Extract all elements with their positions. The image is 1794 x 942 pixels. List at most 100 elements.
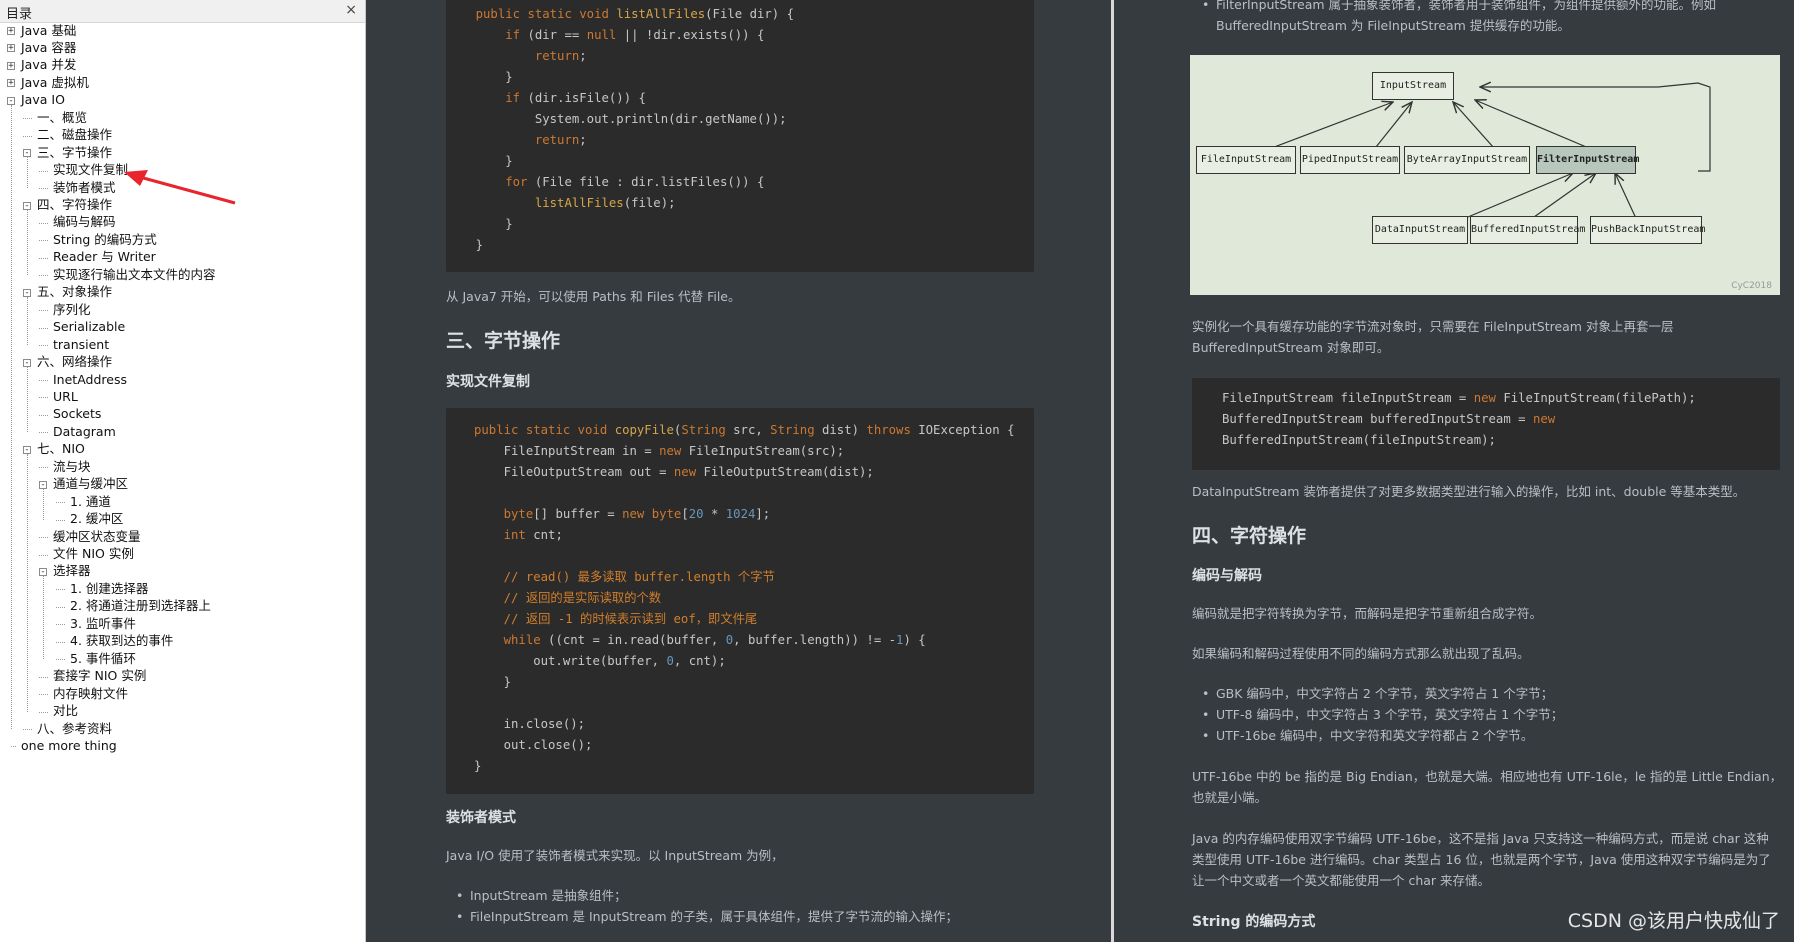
collapse-icon[interactable]: - (23, 358, 31, 367)
code-block-buffered: FileInputStream fileInputStream = new Fi… (1192, 378, 1780, 470)
heading-char-operations: 四、字符操作 (1192, 525, 1307, 547)
red-arrow-annotation (124, 170, 236, 205)
collapse-icon[interactable]: - (39, 480, 47, 489)
collapse-icon[interactable]: - (39, 567, 47, 576)
paragraph-java7: 从 Java7 开始，可以使用 Paths 和 Files 代替 File。 (446, 289, 741, 304)
tree-connector (56, 502, 65, 504)
paragraph-garbled: 如果编码和解码过程使用不同的编码方式那么就出现了乱码。 (1192, 646, 1530, 661)
paragraph-decorator: Java I/O 使用了装饰者模式来实现。以 InputStream 为例， (446, 848, 784, 863)
paragraph-datainputstream: DataInputStream 装饰者提供了对更多数据类型进行输入的操作，比如 … (1192, 484, 1746, 499)
toc-item[interactable]: one more thing (21, 736, 117, 756)
code-line: public static void listAllFiles(File dir… (475, 7, 794, 21)
node-bufferedinputstream: BufferedInputStream (1470, 216, 1585, 244)
tree-connector (39, 711, 48, 713)
tree-connector (39, 537, 48, 539)
tree-connector (39, 240, 48, 242)
pane-divider[interactable] (1111, 0, 1114, 942)
toc-tree: Java 基础 + Java 容器 + Java 并发 + Java 虚拟机 + Java IO… (0, 22, 365, 922)
code-line: out.write(buffer, 0, cnt); (474, 654, 726, 668)
diagram-watermark: CyC2018 (1731, 281, 1772, 291)
code-line: // read() 最多读取 buffer.length 个字节 (503, 570, 775, 584)
paragraph-memory-encoding-3: 让一个中文或者一个英文都能使用一个 char 来存储。 (1192, 873, 1491, 888)
tree-connector (39, 257, 48, 259)
tree-connector (56, 659, 65, 661)
tree-guide (27, 366, 28, 433)
content-pane-left[interactable]: public static void listAllFiles(File dir… (368, 0, 1113, 942)
tree-connector (39, 467, 48, 469)
heading-string-encoding: String 的编码方式 (1192, 914, 1316, 930)
tree-connector (39, 432, 48, 434)
code-line: return; (534, 133, 587, 147)
collapse-icon[interactable]: - (23, 201, 31, 210)
tree-guide (27, 453, 28, 712)
code-line: System.out.println(dir.getName()); (446, 112, 787, 126)
tree-guide (43, 488, 44, 520)
code-line: return; (534, 49, 587, 63)
paragraph-instance: 实例化一个具有缓存功能的字节流对象时，只需要在 FileInputStream … (1192, 319, 1674, 334)
toc-sidebar: 目录 × Java 基础 + Java 容器 + Java 并发 + Java 虚拟机 + Ja… (0, 0, 366, 942)
collapse-icon[interactable]: - (23, 288, 31, 297)
tree-connector (23, 135, 32, 137)
node-filterinputstream: FilterInputStream (1536, 146, 1639, 174)
paragraph-instance-cont: BufferedInputStream 对象即可。 (1192, 340, 1390, 355)
node-pushbackinputstream: PushBackInputStream (1590, 216, 1705, 244)
expand-icon[interactable]: + (7, 44, 15, 53)
tree-connector (56, 624, 65, 626)
tree-connector (39, 397, 48, 399)
paragraph-encode: 编码就是把字符转换为字节，而解码是把字节重新组合成字符。 (1192, 606, 1543, 621)
tree-connector (39, 345, 48, 347)
expand-icon[interactable]: + (7, 79, 15, 88)
node-inputstream: InputStream (1372, 72, 1454, 100)
code-line: in.close(); (474, 717, 586, 731)
expand-icon[interactable]: + (7, 27, 15, 36)
code-line: // 返回的是实际读取的个数 (503, 591, 662, 605)
code-line: if (dir == null || !dir.exists()) { (505, 28, 765, 42)
tree-connector (56, 641, 65, 643)
diagram-connectors (1247, 55, 1711, 228)
collapse-icon[interactable]: - (7, 96, 15, 105)
code-line: // 返回 -1 的时候表示读到 eof，即文件尾 (503, 612, 758, 626)
code-line: } (446, 238, 484, 252)
bullet-filterinputstream: FilterInputStream 属于抽象装饰者，装饰者用于装饰组件，为组件提… (1202, 0, 1716, 15)
expand-icon[interactable]: + (7, 61, 15, 70)
code-line: BufferedInputStream(fileInputStream); (1222, 433, 1496, 447)
bullet-filterinputstream-cont: BufferedInputStream 为 FileInputStream 提供… (1216, 18, 1570, 33)
tree-connector (39, 222, 48, 224)
paragraph-utf16be: UTF-16be 中的 be 指的是 Big Endian，也就是大端。相应地也… (1192, 769, 1783, 784)
code-line: } (446, 154, 513, 168)
code-line: FileInputStream in = new FileInputStream… (474, 444, 845, 458)
code-line: } (446, 217, 513, 231)
code-line: out.close(); (474, 738, 593, 752)
code-line: public static void copyFile(String src, … (474, 423, 1015, 437)
tree-connector (39, 414, 48, 416)
bullet-gbk: GBK 编码中，中文字符占 2 个字节，英文字符占 1 个字节； (1202, 683, 1553, 704)
tree-connector (39, 275, 48, 277)
content-pane-right[interactable]: FilterInputStream 属于抽象装饰者，装饰者用于装饰组件，为组件提… (1116, 0, 1794, 942)
code-line: while ((cnt = in.read(buffer, 0, buffer.… (503, 633, 926, 647)
tree-guide (27, 157, 28, 189)
collapse-icon[interactable]: - (23, 149, 31, 158)
tree-connector (39, 554, 48, 556)
tree-connector (39, 170, 48, 172)
close-icon[interactable]: × (345, 2, 357, 18)
heading-encode-decode: 编码与解码 (1192, 568, 1262, 584)
paragraph-utf16be-cont: 也就是小端。 (1192, 790, 1268, 805)
tree-connector (39, 327, 48, 329)
code-line: } (474, 759, 482, 773)
code-line: FileInputStream fileInputStream = new Fi… (1222, 391, 1696, 405)
paragraph-memory-encoding: Java 的内存编码使用双字节编码 UTF-16be，这不是指 Java 只支持… (1192, 831, 1769, 846)
tree-connector (56, 519, 65, 521)
tree-guide (43, 575, 44, 660)
code-line: if (dir.isFile()) { (505, 91, 646, 105)
code-line: int cnt; (503, 528, 563, 542)
tree-guide (11, 104, 12, 729)
collapse-icon[interactable]: - (23, 445, 31, 454)
bullet-fileinputstream: FileInputStream 是 InputStream 的子类，属于具体组件… (456, 906, 958, 927)
toc-title: 目录 (6, 7, 33, 22)
code-line: byte[] buffer = new byte[20 * 1024]; (503, 507, 771, 521)
tree-connector (56, 589, 65, 591)
code-line: BufferedInputStream bufferedInputStream … (1222, 412, 1556, 426)
